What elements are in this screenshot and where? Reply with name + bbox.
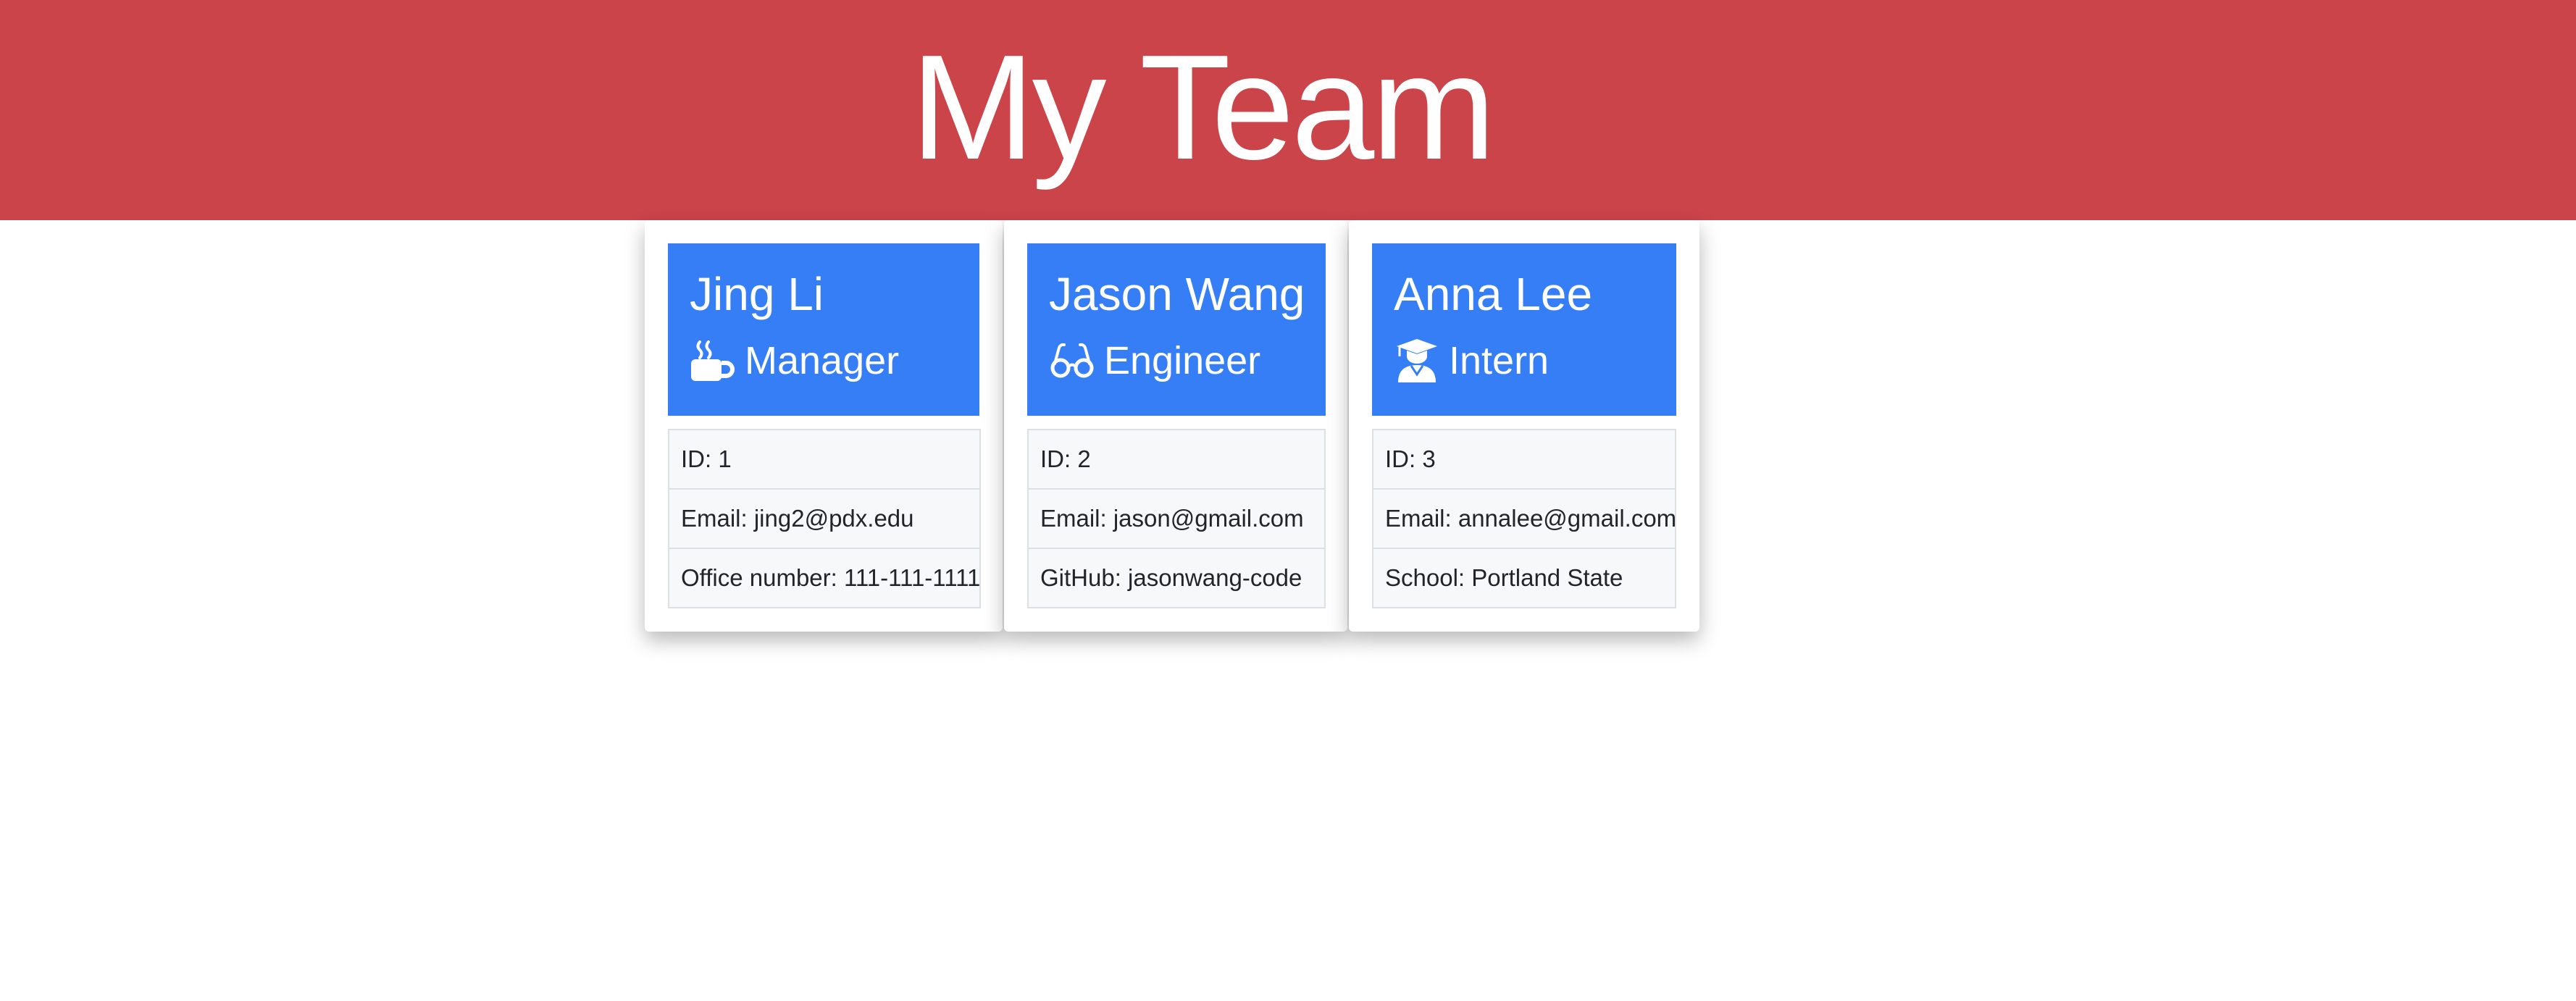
card-header: Jason Wang Engineer [1027,243,1326,416]
employee-card-intern: Anna Lee Intern ID: 3 Email: annalee@gma… [1349,220,1699,632]
page-title: My Team [911,24,1496,190]
employee-role-label: Manager [745,339,900,382]
employee-role-label: Intern [1449,339,1550,382]
card-header: Anna Lee Intern [1372,243,1676,416]
employee-id: ID: 1 [668,429,981,490]
employee-email: Email: annalee@gmail.com [1372,488,1676,549]
employee-name: Jason Wang [1049,268,1305,320]
employee-github: GitHub: jasonwang-code [1027,548,1326,608]
employee-role: Intern [1394,332,1549,390]
employee-card-manager: Jing Li Manager ID: 1 Email: jing2@pdx.e… [645,220,1003,632]
graduate-icon [1394,338,1440,384]
page-header: My Team [0,0,2576,220]
glasses-icon [1049,338,1095,384]
card-header: Jing Li Manager [668,243,979,416]
employee-name: Anna Lee [1394,268,1593,320]
employee-details: ID: 2 Email: jason@gmail.com GitHub: jas… [1027,429,1326,608]
employee-role-label: Engineer [1104,339,1261,382]
employee-details: ID: 3 Email: annalee@gmail.com School: P… [1372,429,1676,608]
employee-email: Email: jing2@pdx.edu [668,488,981,549]
employee-id: ID: 2 [1027,429,1326,490]
employee-email: Email: jason@gmail.com [1027,488,1326,549]
employee-card-engineer: Jason Wang Engineer ID: 2 Email: jason@g… [1004,220,1347,632]
employee-details: ID: 1 Email: jing2@pdx.edu Office number… [668,429,981,608]
coffee-mug-icon [690,338,736,384]
employee-id: ID: 3 [1372,429,1676,490]
employee-name: Jing Li [690,268,824,320]
employee-role: Manager [690,332,899,390]
employee-school: School: Portland State [1372,548,1676,608]
employee-role: Engineer [1049,332,1260,390]
employee-office-number: Office number: 111-111-1111 [668,548,981,608]
